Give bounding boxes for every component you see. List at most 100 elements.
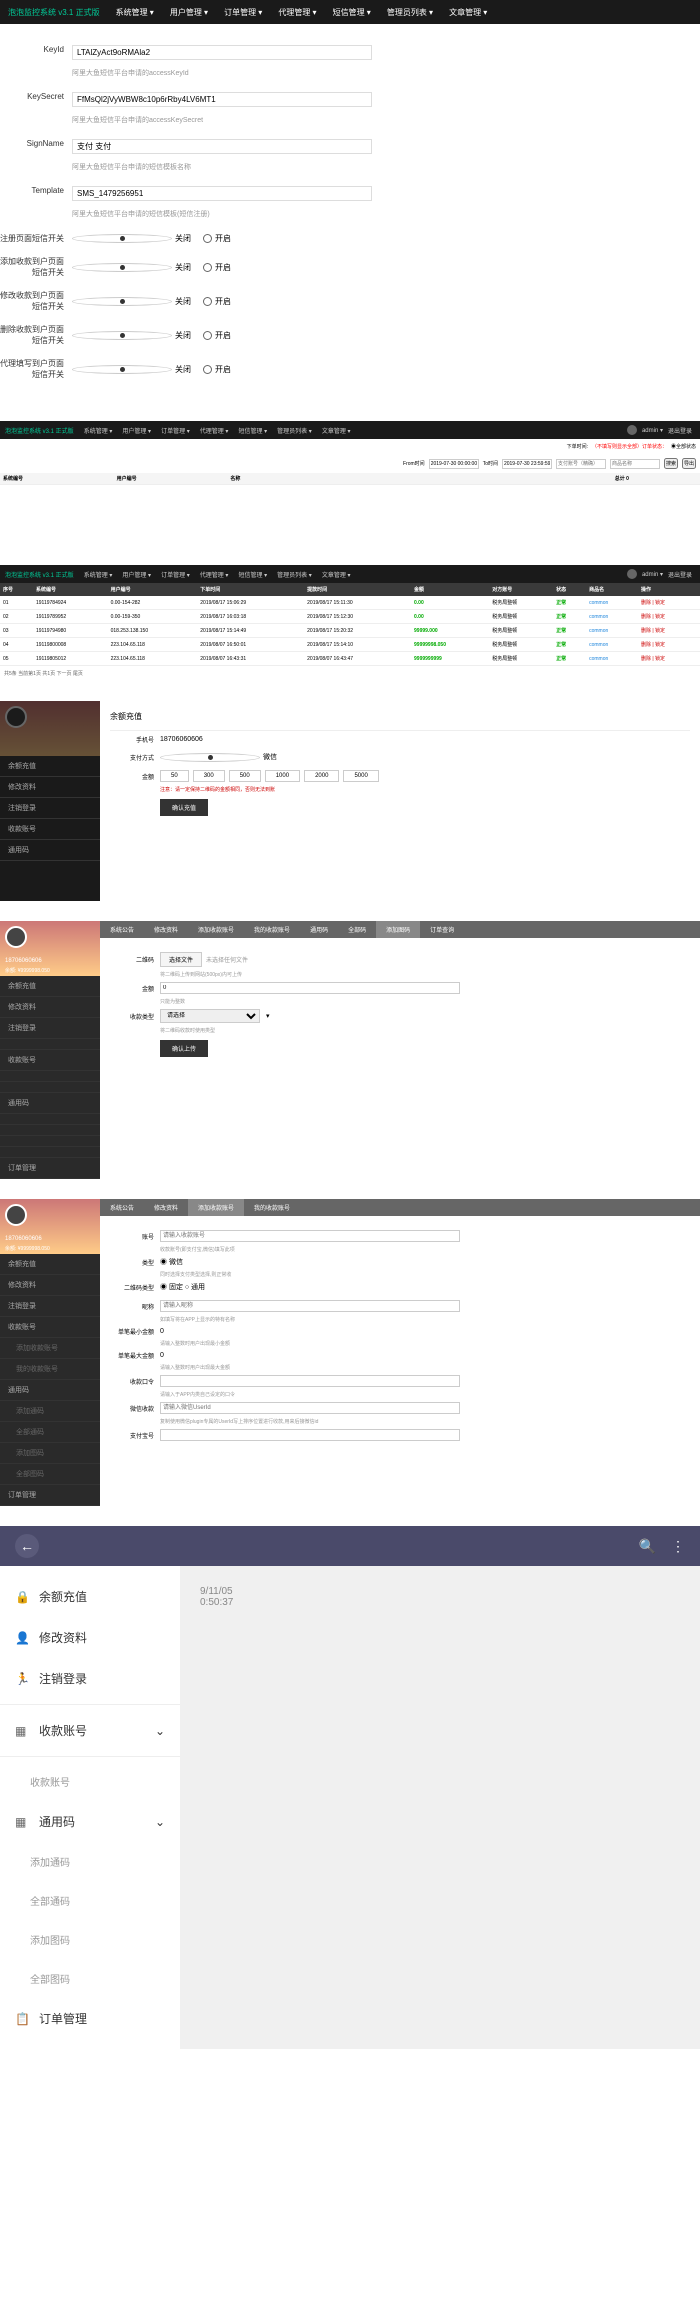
radio-open[interactable]: 开启 — [203, 233, 231, 244]
field-input[interactable] — [160, 1402, 460, 1414]
confirm-upload-button[interactable]: 确认上传 — [160, 1040, 208, 1057]
menu-orders[interactable]: 📋订单管理 — [0, 1998, 180, 2039]
sidebar-item[interactable]: 注销登录 — [0, 798, 100, 819]
type-select[interactable]: 请选择 — [160, 1009, 260, 1023]
back-button[interactable]: ← — [15, 1534, 39, 1558]
row-action[interactable]: 删除 | 锁定 — [641, 642, 665, 648]
nav-item[interactable]: 短信管理 ▾ — [325, 7, 379, 18]
sidebar-item[interactable] — [0, 1125, 100, 1136]
sidebar-item[interactable]: 收款账号 — [0, 819, 100, 840]
confirm-recharge-button[interactable]: 确认充值 — [160, 799, 208, 816]
tab[interactable]: 我的收款账号 — [244, 921, 300, 938]
nav-item[interactable]: 文章管理 ▾ — [441, 7, 495, 18]
pay-radio[interactable]: 微信 — [160, 752, 277, 762]
amount-option[interactable]: 500 — [229, 770, 261, 782]
amount-option[interactable]: 300 — [193, 770, 225, 782]
tab[interactable]: 系统公告 — [100, 921, 144, 938]
row-action[interactable]: 删除 | 锁定 — [641, 614, 665, 620]
sidebar-item[interactable]: 注销登录 — [0, 1018, 100, 1039]
nav-item[interactable]: 管理员列表 ▾ — [272, 426, 317, 435]
menu-codes[interactable]: ▦通用码⌄ — [0, 1801, 180, 1842]
sidebar-item[interactable]: 通用码 — [0, 840, 100, 861]
Template-input[interactable] — [72, 186, 372, 201]
sidebar-item[interactable] — [0, 1071, 100, 1082]
field-input[interactable] — [160, 1230, 460, 1242]
nav-item[interactable]: 用户管理 ▾ — [117, 426, 156, 435]
radio-open[interactable]: 开启 — [203, 330, 231, 341]
field-input[interactable] — [160, 1375, 460, 1387]
sidebar-item[interactable]: 订单管理 — [0, 1158, 100, 1179]
radio-close[interactable]: 关闭 — [72, 330, 191, 341]
menu-recharge[interactable]: 🔒余额充值 — [0, 1576, 180, 1617]
nav-item[interactable]: 订单管理 ▾ — [156, 426, 195, 435]
radio-open[interactable]: 开启 — [203, 296, 231, 307]
nav-item[interactable]: 短信管理 ▾ — [233, 426, 272, 435]
name-input[interactable] — [610, 459, 660, 469]
avatar-icon[interactable] — [5, 926, 27, 948]
nav-item[interactable]: 文章管理 ▾ — [317, 426, 356, 435]
row-action[interactable]: 删除 | 锁定 — [641, 656, 665, 662]
menu-accounts[interactable]: ▦收款账号⌄ — [0, 1710, 180, 1751]
sidebar-item[interactable]: 收款账号 — [0, 1050, 100, 1071]
sidebar-item[interactable]: 余额充值 — [0, 756, 100, 777]
radio-close[interactable]: 关闭 — [72, 364, 191, 375]
tab[interactable]: 添加收款账号 — [188, 921, 244, 938]
to-input[interactable] — [502, 459, 552, 469]
nav-item[interactable]: 代理管理 ▾ — [195, 426, 234, 435]
sidebar-item[interactable]: 通用码 — [0, 1093, 100, 1114]
nav-item[interactable]: 订单管理 ▾ — [216, 7, 270, 18]
amount-option[interactable]: 2000 — [304, 770, 339, 782]
field-input[interactable] — [160, 1429, 460, 1441]
row-action[interactable]: 删除 | 锁定 — [641, 600, 665, 606]
avatar-icon[interactable] — [627, 569, 637, 579]
tab[interactable]: 修改资料 — [144, 921, 188, 938]
more-icon[interactable]: ⋮ — [671, 1538, 685, 1555]
nav-item[interactable]: 系统管理 ▾ — [79, 426, 118, 435]
menu-sub[interactable]: 全部图码 — [0, 1959, 180, 1998]
file-select-button[interactable]: 选择文件 — [160, 952, 202, 967]
field-input[interactable] — [160, 1300, 460, 1312]
radio-close[interactable]: 关闭 — [72, 262, 191, 273]
sidebar-item[interactable] — [0, 1114, 100, 1125]
tab[interactable]: 订单查询 — [420, 921, 464, 938]
tab[interactable]: 添加图码 — [376, 921, 420, 938]
search-icon[interactable]: 🔍 — [639, 1538, 656, 1555]
row-action[interactable]: 删除 | 锁定 — [641, 628, 665, 634]
avatar-icon[interactable] — [5, 1204, 27, 1226]
nav-item[interactable]: 系统管理 ▾ — [108, 7, 162, 18]
radio-close[interactable]: 关闭 — [72, 296, 191, 307]
menu-sub[interactable]: 添加通码 — [0, 1842, 180, 1881]
sidebar-item[interactable] — [0, 1039, 100, 1050]
amount-option[interactable]: 1000 — [265, 770, 300, 782]
pagination[interactable]: 共5条 当前第1页 共1页 下一页 尾页 — [0, 666, 700, 681]
amount-input[interactable] — [160, 982, 460, 994]
menu-profile[interactable]: 👤修改资料 — [0, 1617, 180, 1658]
radio-open[interactable]: 开启 — [203, 364, 231, 375]
nav-item[interactable]: 管理员列表 ▾ — [379, 7, 441, 18]
nav-item[interactable]: 用户管理 ▾ — [162, 7, 216, 18]
sidebar-item[interactable]: 修改资料 — [0, 777, 100, 798]
menu-logout[interactable]: 🏃注销登录 — [0, 1658, 180, 1699]
nav-item[interactable]: 代理管理 ▾ — [270, 7, 324, 18]
account-input[interactable] — [556, 459, 606, 469]
KeyId-input[interactable] — [72, 45, 372, 60]
search-button[interactable]: 搜索 — [664, 458, 678, 469]
menu-sub[interactable]: 添加图码 — [0, 1920, 180, 1959]
amount-option[interactable]: 50 — [160, 770, 189, 782]
KeySecret-input[interactable] — [72, 92, 372, 107]
tab[interactable]: 通用码 — [300, 921, 338, 938]
radio-open[interactable]: 开启 — [203, 262, 231, 273]
menu-sub[interactable]: 收款账号 — [0, 1762, 180, 1801]
sidebar-item[interactable] — [0, 1147, 100, 1158]
radio-all[interactable]: ◉全部状态 — [671, 443, 696, 450]
avatar-icon[interactable] — [5, 706, 27, 728]
radio-close[interactable]: 关闭 — [72, 233, 191, 244]
avatar-icon[interactable] — [627, 425, 637, 435]
tab[interactable]: 全部码 — [338, 921, 376, 938]
amount-option[interactable]: 5000 — [343, 770, 378, 782]
sidebar-item[interactable]: 修改资料 — [0, 997, 100, 1018]
admin-name[interactable]: admin ▾ — [642, 427, 663, 434]
sidebar-item[interactable]: 余额充值 — [0, 976, 100, 997]
menu-sub[interactable]: 全部通码 — [0, 1881, 180, 1920]
sidebar-item[interactable] — [0, 1136, 100, 1147]
